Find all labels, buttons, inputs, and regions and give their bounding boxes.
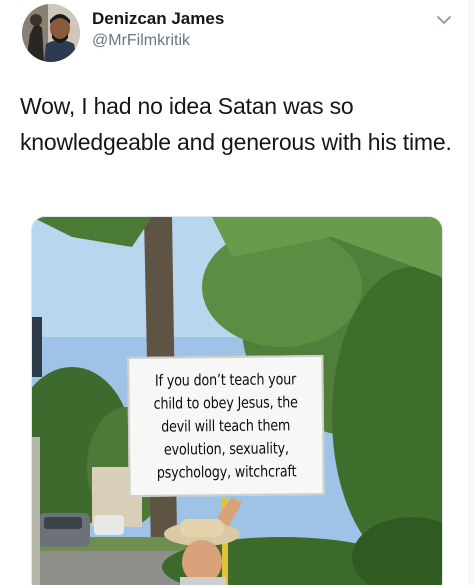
tweet-text: Wow, I had no idea Satan was so knowledg… [20, 93, 452, 155]
avatar-image [22, 4, 80, 62]
sign-line: If you don’t teach your [154, 369, 297, 390]
scrollbar-track [468, 0, 474, 585]
sign-line: psychology, witchcraft [156, 461, 297, 482]
sign-line: child to obey Jesus, the [153, 392, 298, 413]
tweet-header: Denizcan James @MrFilmkritik [0, 0, 474, 70]
user-handle[interactable]: @MrFilmkritik [92, 32, 190, 50]
sign-line: devil will teach them [161, 415, 291, 436]
protest-sign: If you don’t teach your child to obey Je… [127, 354, 325, 498]
display-name[interactable]: Denizcan James [92, 9, 224, 29]
chevron-down-icon[interactable] [436, 12, 452, 28]
avatar[interactable] [22, 4, 80, 62]
sign-line: evolution, sexuality, [163, 438, 289, 459]
